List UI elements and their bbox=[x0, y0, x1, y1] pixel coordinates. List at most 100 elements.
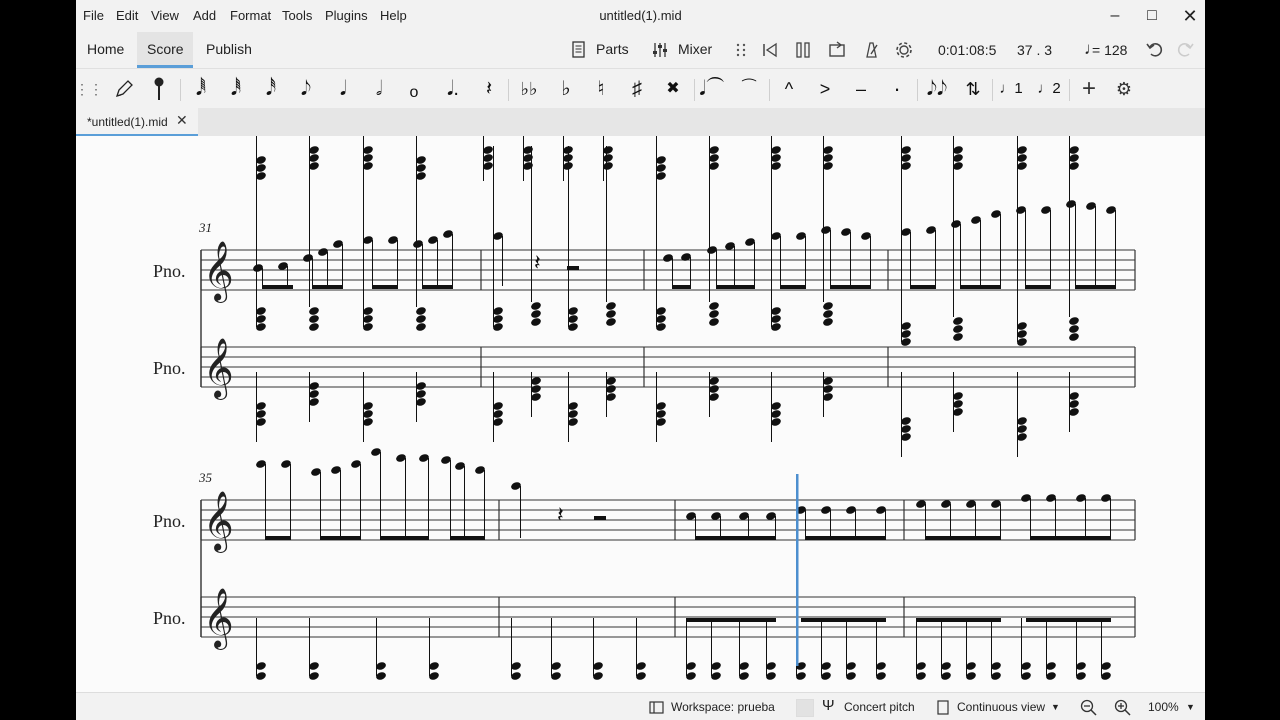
menu-edit[interactable]: Edit bbox=[116, 8, 138, 23]
close-tab-icon[interactable]: ✕ bbox=[176, 112, 188, 129]
playback-settings-icon[interactable] bbox=[894, 40, 914, 60]
marcato-icon[interactable]: ^ bbox=[774, 69, 804, 109]
playback-position: 37 . 3 bbox=[1017, 42, 1053, 58]
staff-label-bass: Pno. bbox=[153, 608, 186, 628]
duration-whole-icon[interactable]: o bbox=[399, 69, 429, 113]
score-canvas[interactable]: 𝄞 𝄞 𝄞 𝄞 𝄽 𝄽 31 35 Pno. Pno. Pno. Pno. bbox=[76, 136, 1205, 692]
measure-number-31: 31 bbox=[198, 220, 212, 235]
menu-plugins[interactable]: Plugins bbox=[325, 8, 368, 23]
drag-handle-icon[interactable] bbox=[734, 42, 748, 58]
workspace-icon bbox=[649, 701, 664, 714]
playback-time: 0:01:08:5 bbox=[938, 42, 997, 58]
zoom-in-icon[interactable] bbox=[1114, 699, 1131, 716]
mixer-button[interactable]: Mixer bbox=[678, 41, 712, 57]
menu-help[interactable]: Help bbox=[380, 8, 407, 23]
status-bar: Workspace: prueba Ψ Concert pitch Contin… bbox=[76, 692, 1205, 720]
tab-score[interactable]: Score bbox=[147, 41, 184, 57]
document-tabs: *untitled(1).mid ✕ bbox=[76, 108, 1205, 136]
notehead bbox=[953, 333, 963, 341]
redo-icon[interactable] bbox=[1175, 39, 1195, 59]
notehead bbox=[823, 318, 833, 326]
metronome-icon[interactable] bbox=[861, 40, 881, 60]
notehead bbox=[709, 318, 719, 326]
slur-icon[interactable]: ⁀ bbox=[734, 69, 764, 109]
menu-add[interactable]: Add bbox=[193, 8, 216, 23]
parts-button[interactable]: Parts bbox=[596, 41, 629, 57]
menu-format[interactable]: Format bbox=[230, 8, 271, 23]
tab-home[interactable]: Home bbox=[87, 41, 124, 57]
duration-16th-icon[interactable]: 𝅘𝅥𝅰 bbox=[256, 69, 286, 109]
notehead bbox=[606, 318, 616, 326]
zoom-chevron-down-icon[interactable]: ▼ bbox=[1186, 702, 1195, 712]
note-input-pen-icon[interactable] bbox=[109, 69, 139, 109]
add-icon[interactable]: + bbox=[1074, 69, 1104, 109]
maximize-icon[interactable]: □ bbox=[1137, 4, 1167, 28]
rest-icon[interactable]: 𝄽 bbox=[474, 69, 504, 109]
concert-pitch-checkbox[interactable] bbox=[796, 699, 814, 717]
quarter-rest-icon: 𝄽 bbox=[534, 251, 541, 276]
staff-label-treble: Pno. bbox=[153, 261, 186, 281]
flat-icon[interactable]: ♭ bbox=[551, 69, 581, 109]
view-mode-dropdown[interactable]: Continuous view bbox=[957, 700, 1045, 714]
tab-publish[interactable]: Publish bbox=[206, 41, 252, 57]
minimize-icon[interactable]: – bbox=[1100, 4, 1130, 28]
accent-icon[interactable]: > bbox=[810, 69, 840, 109]
duration-half-icon[interactable]: 𝅗𝅥 bbox=[364, 69, 394, 109]
duration-32nd-icon[interactable]: 𝅘𝅥𝅱 bbox=[221, 69, 251, 109]
concert-pitch-label[interactable]: Concert pitch bbox=[844, 700, 915, 714]
duration-eighth-icon[interactable]: 𝅘𝅥𝅮 bbox=[291, 69, 321, 109]
beam bbox=[960, 285, 1001, 289]
duration-64th-icon[interactable]: 𝅘𝅥𝅲 bbox=[186, 69, 216, 109]
notehead bbox=[709, 302, 719, 310]
view-mode-chevron-down-icon[interactable]: ▼ bbox=[1051, 702, 1060, 712]
beam bbox=[1026, 618, 1111, 622]
rewind-icon[interactable] bbox=[760, 40, 780, 60]
staccato-icon[interactable]: · bbox=[882, 69, 912, 109]
document-tab-label: *untitled(1).mid bbox=[87, 115, 168, 129]
staff-label-bass: Pno. bbox=[153, 358, 186, 378]
notehead bbox=[953, 325, 963, 333]
workspace-button[interactable]: Workspace: prueba bbox=[671, 700, 775, 714]
sharp-icon[interactable]: ♯ bbox=[622, 69, 652, 109]
notehead bbox=[823, 310, 833, 318]
double-flat-icon[interactable]: ♭♭ bbox=[514, 69, 544, 109]
notehead bbox=[606, 310, 616, 318]
beam bbox=[1075, 285, 1116, 289]
menu-tools[interactable]: Tools bbox=[282, 8, 312, 23]
beam bbox=[672, 285, 691, 289]
natural-icon[interactable]: ♮ bbox=[586, 69, 616, 109]
voice-1-icon[interactable]: ♩1 bbox=[996, 69, 1026, 109]
close-window-icon[interactable]: ✕ bbox=[1175, 4, 1205, 28]
tuplet-icon[interactable]: 𝅘𝅥𝅮𝅘𝅥𝅮 bbox=[922, 69, 952, 109]
double-sharp-icon[interactable]: ✖ bbox=[658, 69, 688, 109]
augmentation-dot-icon[interactable]: 𝅘𝅥. bbox=[438, 69, 468, 109]
palette-drag-handle-icon[interactable]: ⋮⋮ bbox=[76, 69, 104, 109]
tie-icon[interactable]: 𝅘𝅥⁀ bbox=[697, 69, 727, 109]
beam bbox=[380, 536, 429, 540]
tenuto-icon[interactable]: – bbox=[846, 69, 876, 109]
notehead bbox=[416, 307, 426, 315]
quarter-rest-icon: 𝄽 bbox=[557, 503, 564, 528]
loop-icon[interactable] bbox=[827, 40, 847, 60]
menu-file[interactable]: File bbox=[83, 8, 104, 23]
play-icon[interactable] bbox=[793, 40, 813, 60]
zoom-out-icon[interactable] bbox=[1080, 699, 1097, 716]
mixer-icon bbox=[653, 43, 667, 57]
tempo-value: = 128 bbox=[1092, 42, 1128, 58]
undo-icon[interactable] bbox=[1145, 39, 1165, 59]
voice-2-icon[interactable]: ♩2 bbox=[1034, 69, 1064, 109]
duration-quarter-icon[interactable]: 𝅘𝅥 bbox=[328, 69, 358, 109]
beam bbox=[801, 618, 886, 622]
document-tab[interactable]: *untitled(1).mid ✕ bbox=[76, 108, 198, 136]
notehead bbox=[531, 318, 541, 326]
input-mode-icon[interactable] bbox=[144, 69, 174, 109]
zoom-level[interactable]: 100% bbox=[1148, 700, 1179, 714]
half-rest bbox=[567, 266, 579, 270]
beam bbox=[1030, 536, 1111, 540]
menu-view[interactable]: View bbox=[151, 8, 179, 23]
notehead bbox=[531, 310, 541, 318]
customize-toolbar-gear-icon[interactable]: ⚙ bbox=[1109, 69, 1139, 109]
flip-direction-icon[interactable]: ⇅ bbox=[958, 69, 988, 109]
notehead bbox=[416, 315, 426, 323]
notehead bbox=[606, 302, 616, 310]
